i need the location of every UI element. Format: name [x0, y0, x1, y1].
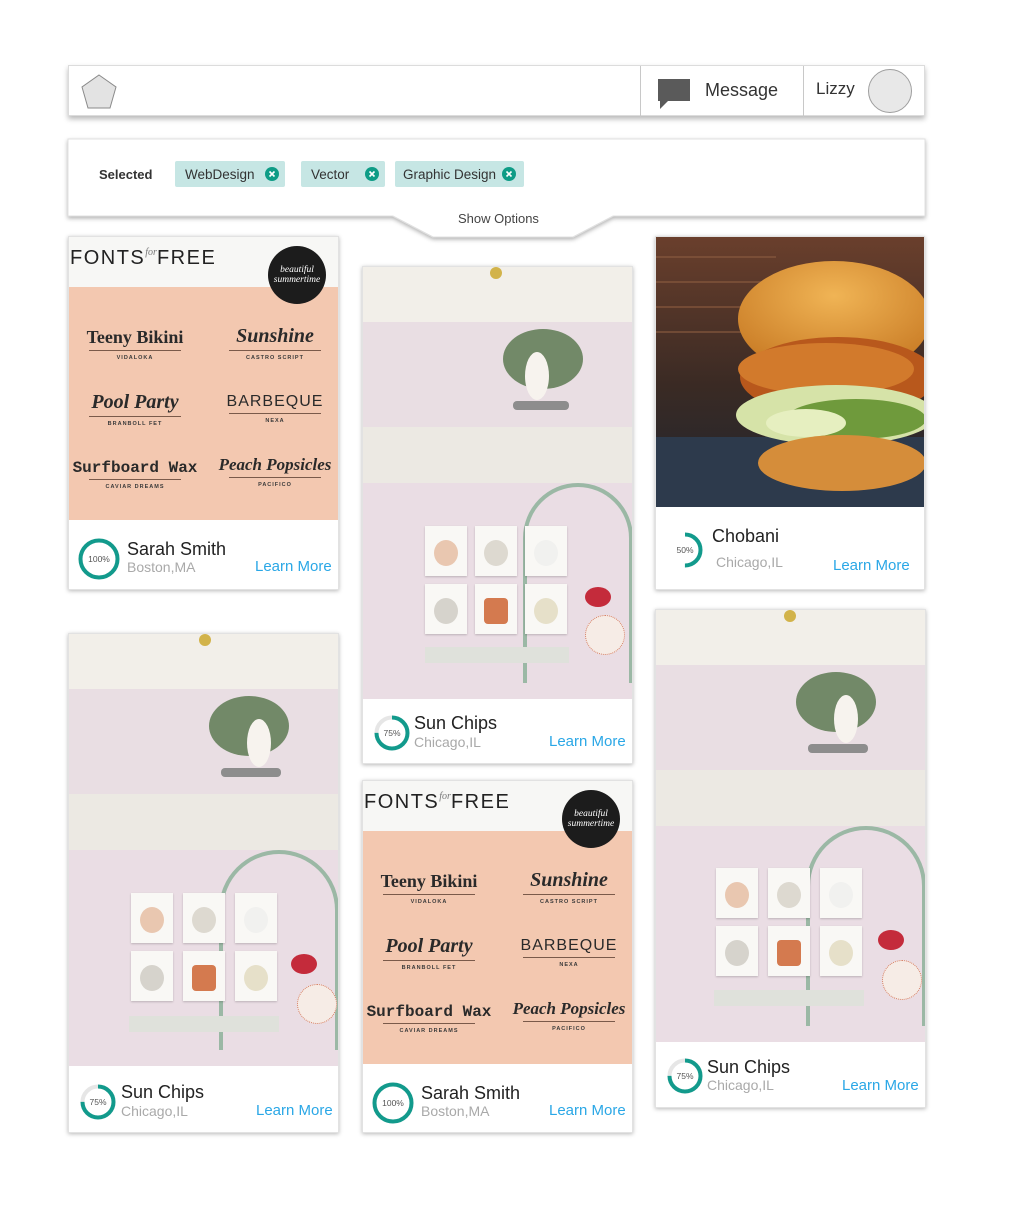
project-card[interactable]: 75% Sun Chips Chicago,IL Learn More [655, 609, 926, 1108]
remove-tag-icon[interactable] [502, 167, 516, 181]
summertime-badge: beautiful summertime [562, 790, 620, 848]
selected-label: Selected [99, 167, 153, 182]
learn-more-link[interactable]: Learn More [256, 1102, 333, 1119]
progress-ring: 75% [666, 1057, 704, 1095]
progress-label: 75% [676, 1071, 694, 1081]
project-card[interactable]: FONTSforFREE Teeny Bikini VIDALOKA Sunshi… [68, 236, 339, 590]
project-card[interactable]: FONTSforFREE Teeny Bikini VIDALOKA Sunshi… [362, 780, 633, 1133]
fonts-poster-image[interactable]: FONTSforFREE Teeny Bikini VIDALOKA Sunshi… [363, 781, 632, 1064]
poster-brand: FONTSforFREE [364, 791, 511, 813]
learn-more-link[interactable]: Learn More [833, 557, 910, 574]
card-name: Sun Chips [121, 1082, 205, 1102]
progress-label: 75% [383, 728, 401, 738]
progress-label: 75% [89, 1097, 107, 1107]
card-location: Chicago,IL [121, 1103, 188, 1119]
learn-more-link[interactable]: Learn More [549, 1102, 626, 1119]
card-location: Chicago,IL [707, 1077, 774, 1093]
progress-label: 100% [88, 554, 110, 564]
progress-ring: 100% [371, 1081, 415, 1125]
show-options-toggle[interactable]: Show Options [458, 211, 539, 226]
poster-body: Teeny Bikini VIDALOKA Sunshine CASTRO SCRI… [69, 287, 338, 520]
fonts-poster-image[interactable]: FONTSforFREE Teeny Bikini VIDALOKA Sunshi… [69, 237, 338, 520]
user-menu-button[interactable]: Lizzy [804, 66, 925, 117]
remove-tag-icon[interactable] [265, 167, 279, 181]
card-location: Boston,MA [421, 1103, 490, 1119]
avatar[interactable] [868, 69, 912, 113]
card-name: Chobani [712, 526, 780, 546]
still-life-image[interactable] [656, 610, 925, 1042]
still-life-image[interactable] [69, 634, 338, 1066]
progress-ring: 100% [77, 537, 121, 581]
progress-ring: 75% [373, 714, 411, 752]
learn-more-link[interactable]: Learn More [255, 558, 332, 575]
project-card[interactable]: 75% Sun Chips Chicago,IL Learn More [68, 633, 339, 1133]
tag-chip-label: WebDesign [185, 166, 255, 182]
pentagon-logo-icon[interactable] [79, 72, 119, 112]
message-button[interactable]: Message [641, 66, 803, 117]
card-location: Chicago,IL [716, 554, 783, 570]
tag-chip-label: Graphic Design [403, 166, 497, 182]
poster-brand: FONTSforFREE [70, 247, 217, 269]
card-location: Boston,MA [127, 559, 196, 575]
card-name: Sarah Smith [421, 1083, 521, 1103]
progress-label: 50% [676, 545, 694, 555]
filter-panel [67, 138, 926, 238]
tag-chip-label: Vector [311, 166, 350, 182]
card-location: Chicago,IL [414, 734, 481, 750]
remove-tag-icon[interactable] [365, 167, 379, 181]
learn-more-link[interactable]: Learn More [842, 1077, 919, 1094]
user-name: Lizzy [816, 79, 855, 98]
tag-chip-graphic-design: Graphic Design [395, 161, 524, 187]
progress-ring: 50% [666, 531, 704, 569]
project-card[interactable]: 75% Sun Chips Chicago,IL Learn More [362, 266, 633, 764]
card-name: Sarah Smith [127, 539, 227, 559]
progress-ring: 75% [79, 1083, 117, 1121]
speech-bubble-icon [658, 79, 690, 109]
poster-body: Teeny Bikini VIDALOKA Sunshine CASTRO SCRI… [363, 831, 632, 1064]
tag-chip-webdesign: WebDesign [175, 161, 285, 187]
still-life-image[interactable] [363, 267, 632, 699]
top-bar: Message Lizzy [68, 65, 925, 117]
burger-photo-image[interactable] [656, 237, 924, 507]
progress-label: 100% [382, 1098, 404, 1108]
project-card[interactable]: 50% Chobani Chicago,IL Learn More [655, 236, 925, 590]
card-name: Sun Chips [707, 1057, 791, 1077]
tag-chip-vector: Vector [301, 161, 385, 187]
learn-more-link[interactable]: Learn More [549, 733, 626, 750]
message-label: Message [705, 80, 779, 100]
summertime-badge: beautiful summertime [268, 246, 326, 304]
card-name: Sun Chips [414, 713, 498, 733]
